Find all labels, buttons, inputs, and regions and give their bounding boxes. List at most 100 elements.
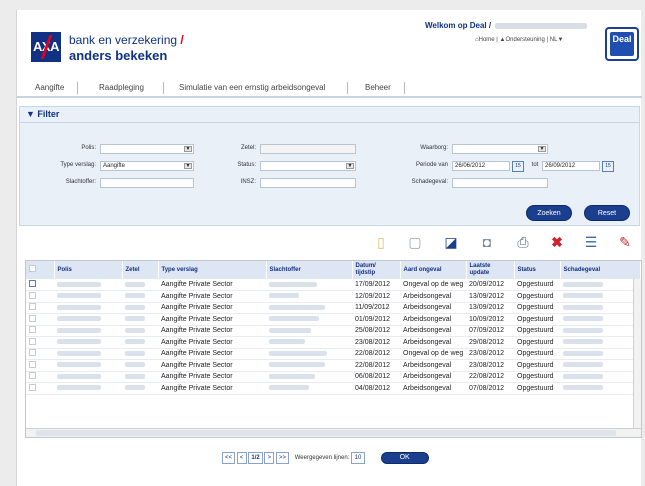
col-status[interactable]: Status: [514, 261, 561, 279]
deal-badge[interactable]: Deal: [605, 27, 639, 61]
row-select-checkbox[interactable]: [26, 359, 54, 372]
vertical-scrollbar[interactable]: [633, 279, 641, 429]
row-select-checkbox[interactable]: [26, 279, 54, 291]
row-select-checkbox[interactable]: [26, 302, 54, 314]
chevron-down-icon[interactable]: ▼: [557, 37, 563, 43]
zetel-select[interactable]: [260, 144, 356, 154]
cell-schadegeval: [560, 313, 641, 326]
cell-polis: [54, 290, 122, 303]
next-page-button[interactable]: >: [264, 452, 275, 464]
col-polis[interactable]: Polis: [54, 261, 123, 279]
cell-slachtoffer: [266, 313, 352, 326]
col-zetel[interactable]: Zetel: [122, 261, 159, 279]
nav-raadpleging[interactable]: Raadpleging: [99, 83, 144, 92]
table-row[interactable]: Aangifte Private Sector 04/08/2012 Arbeids…: [26, 382, 641, 395]
row-select-checkbox[interactable]: [26, 290, 54, 303]
table-row[interactable]: Aangifte Private Sector 06/08/2012 Arbeids…: [26, 371, 641, 383]
schadegeval-input[interactable]: [452, 178, 548, 188]
axa-logo[interactable]: AXA: [31, 32, 61, 62]
search-button[interactable]: Zoeken: [526, 205, 572, 221]
support-link[interactable]: Ondersteuning: [506, 37, 545, 43]
action-toolbar: ▯ ▢ ◪ ◘ ⎙ ✖ ☰ ✎: [369, 224, 640, 260]
cell-status: Opgestuurd: [514, 325, 560, 337]
row-select-checkbox[interactable]: [26, 313, 54, 326]
cell-type-verslag: Aangifte Private Sector: [158, 382, 266, 395]
cell-type-verslag: Aangifte Private Sector: [158, 302, 266, 314]
home-link[interactable]: Home: [479, 37, 495, 43]
table-row[interactable]: Aangifte Private Sector 12/09/2012 Arbeids…: [26, 290, 641, 303]
nav-aangifte[interactable]: Aangifte: [35, 83, 64, 92]
print-icon[interactable]: ⎙: [513, 232, 533, 252]
col-type-verslag[interactable]: Type verslag: [158, 261, 267, 279]
date-from-input[interactable]: 26/06/2012: [452, 161, 510, 171]
list-icon[interactable]: ☰: [581, 232, 601, 252]
cell-polis: [54, 279, 122, 291]
slachtoffer-input[interactable]: [100, 178, 194, 188]
nav-simulatie[interactable]: Simulatie van een ernstig arbeidsongeval: [179, 83, 325, 92]
table-row[interactable]: Aangifte Private Sector 25/08/2012 Arbeids…: [26, 325, 641, 337]
copy-icon[interactable]: ▢: [405, 232, 425, 252]
col-datum[interactable]: Datum/ tijdstip: [352, 261, 401, 279]
row-select-checkbox[interactable]: [26, 382, 54, 395]
cell-slachtoffer: [266, 290, 352, 303]
waarborg-select[interactable]: ▼: [452, 144, 548, 154]
cell-zetel: [122, 290, 158, 303]
cell-status: Opgestuurd: [514, 336, 560, 349]
table-row[interactable]: Aangifte Private Sector 01/09/2012 Arbeids…: [26, 313, 641, 326]
new-document-icon[interactable]: ▯: [371, 232, 391, 252]
cell-polis: [54, 348, 122, 360]
cell-polis: [54, 371, 122, 383]
date-to-input[interactable]: 26/09/2012: [542, 161, 600, 171]
table-row[interactable]: Aangifte Private Sector 11/09/2012 Arbeids…: [26, 302, 641, 314]
periode-van-label: Periode van: [415, 162, 448, 168]
cell-status: Opgestuurd: [514, 348, 560, 360]
table-row[interactable]: Aangifte Private Sector 23/08/2012 Arbeids…: [26, 336, 641, 349]
row-select-checkbox[interactable]: [26, 371, 54, 383]
select-all-header[interactable]: [26, 261, 55, 279]
cell-schadegeval: [560, 325, 641, 337]
polis-select[interactable]: ▼: [100, 144, 194, 154]
horizontal-scrollbar[interactable]: [26, 428, 641, 437]
prev-page-button[interactable]: <: [236, 452, 247, 464]
table-row[interactable]: Aangifte Private Sector 17/09/2012 Ongeval…: [26, 279, 641, 291]
export-icon[interactable]: ◪: [441, 232, 461, 252]
calendar-icon[interactable]: 15: [602, 161, 614, 172]
filter-title[interactable]: ▼ Filter: [26, 109, 59, 119]
col-aard-ongeval[interactable]: Aard ongeval: [400, 261, 467, 279]
type-verslag-label: Type verslag:: [60, 162, 96, 168]
lines-input[interactable]: 10: [351, 452, 365, 464]
type-verslag-select[interactable]: Aangifte ▼: [100, 161, 194, 171]
row-select-checkbox[interactable]: [26, 325, 54, 337]
row-select-checkbox[interactable]: [26, 348, 54, 360]
nav-beheer[interactable]: Beheer: [365, 83, 391, 92]
cell-slachtoffer: [266, 382, 352, 395]
insz-input[interactable]: [260, 178, 356, 188]
last-page-button[interactable]: >>: [276, 452, 290, 464]
calendar-icon[interactable]: 15: [512, 161, 524, 172]
chevron-down-icon: ▼: [538, 146, 546, 152]
view-icon[interactable]: ◘: [477, 232, 497, 252]
cell-slachtoffer: [266, 325, 352, 337]
table-row[interactable]: Aangifte Private Sector 22/08/2012 Ongeval…: [26, 348, 641, 360]
cell-slachtoffer: [266, 348, 352, 360]
col-schadegeval[interactable]: Schadegeval: [560, 261, 641, 279]
cell-type-verslag: Aangifte Private Sector: [158, 325, 266, 337]
cell-laatste-update: 23/08/2012: [466, 359, 514, 372]
delete-icon[interactable]: ✖: [547, 232, 567, 252]
cell-polis: [54, 325, 122, 337]
cell-schadegeval: [560, 371, 641, 383]
col-slachtoffer[interactable]: Slachtoffer: [266, 261, 353, 279]
reset-button[interactable]: Reset: [584, 205, 630, 221]
cell-schadegeval: [560, 359, 641, 372]
settings-icon[interactable]: ✎: [615, 232, 635, 252]
ok-button[interactable]: OK: [380, 452, 429, 464]
cell-slachtoffer: [266, 336, 352, 349]
table-row[interactable]: Aangifte Private Sector 22/08/2012 Arbeids…: [26, 359, 641, 372]
col-laatste-update[interactable]: Laatste update: [466, 261, 515, 279]
chevron-down-icon: ▼: [346, 163, 354, 169]
status-select[interactable]: ▼: [260, 161, 356, 171]
first-page-button[interactable]: <<: [222, 452, 236, 464]
row-select-checkbox[interactable]: [26, 336, 54, 349]
page-indicator: 1/2: [248, 452, 263, 464]
cell-datum: 11/09/2012: [352, 302, 400, 314]
